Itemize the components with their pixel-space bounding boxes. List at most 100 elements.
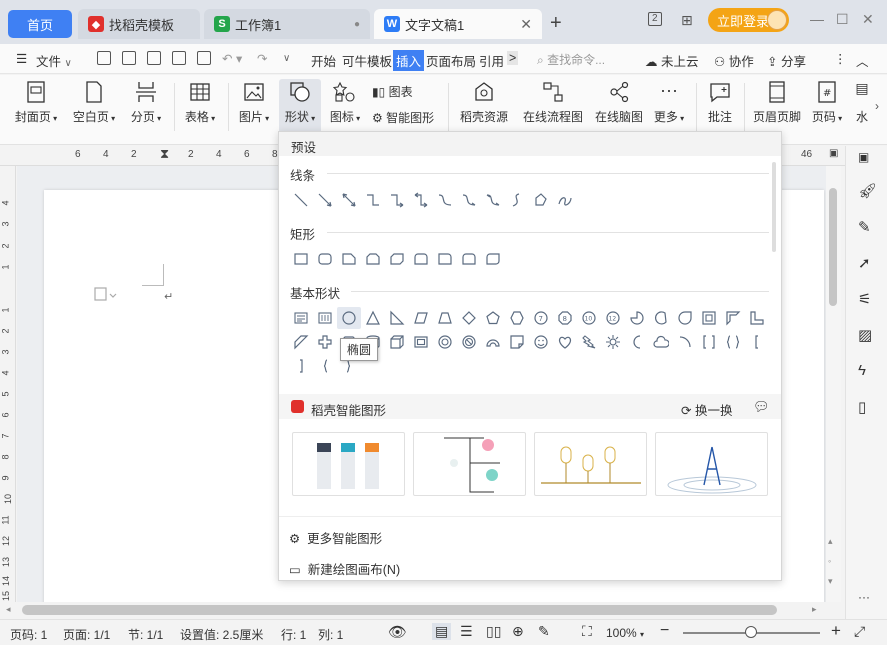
reading-view-icon[interactable]: ▯▯ bbox=[486, 623, 501, 640]
shape-elbow-connector[interactable] bbox=[361, 189, 385, 211]
status-row[interactable]: 行: 1 bbox=[281, 626, 306, 643]
cover-page-button[interactable]: 封面页 ▾ bbox=[12, 80, 60, 125]
shape-elbow-double-arrow[interactable] bbox=[409, 189, 433, 211]
shape-heart[interactable] bbox=[553, 331, 577, 353]
fit-page-icon[interactable]: ⛶ bbox=[582, 623, 592, 640]
share-button[interactable]: ⇪ 分享 bbox=[767, 51, 806, 70]
shape-double-brace[interactable] bbox=[721, 331, 745, 353]
shape-elbow-arrow[interactable] bbox=[385, 189, 409, 211]
shape-l-shape[interactable] bbox=[745, 307, 769, 329]
save-icon[interactable] bbox=[97, 51, 111, 66]
image-edit-icon[interactable]: ▨ bbox=[858, 326, 872, 344]
menu-start[interactable]: 开始 bbox=[311, 51, 336, 70]
shape-double-arrow[interactable] bbox=[337, 189, 361, 211]
page-jump-icon[interactable]: ◦ bbox=[828, 556, 831, 566]
web-view-icon[interactable]: ⊕ bbox=[512, 623, 524, 640]
collapse-ribbon-icon[interactable]: ︿ bbox=[856, 51, 869, 70]
shape-heptagon[interactable]: 7 bbox=[529, 307, 553, 329]
status-section[interactable]: 节: 1/1 bbox=[128, 626, 163, 643]
shape-frame[interactable] bbox=[697, 307, 721, 329]
header-footer-button[interactable]: 页眉页脚 bbox=[750, 80, 804, 125]
shape-donut[interactable] bbox=[433, 331, 457, 353]
ruler-toggle-icon[interactable]: ▣ bbox=[829, 148, 838, 159]
shape-text-box[interactable] bbox=[289, 307, 313, 329]
new-drawing-canvas-item[interactable]: ▭ 新建绘图画布(N) bbox=[289, 559, 400, 578]
menu-insert[interactable]: 插入 bbox=[393, 50, 425, 71]
paste-options-icon[interactable] bbox=[94, 286, 124, 302]
menu-more-arrow[interactable]: > bbox=[507, 51, 519, 65]
shape-round-snip-rect[interactable] bbox=[409, 248, 433, 270]
status-setting[interactable]: 设置值: 2.5厘米 bbox=[180, 626, 263, 643]
menu-reference[interactable]: 引用 bbox=[479, 51, 504, 70]
shape-octagon[interactable]: 8 bbox=[553, 307, 577, 329]
shape-rounded-rectangle[interactable] bbox=[313, 248, 337, 270]
shape-button[interactable]: 形状 ▾ bbox=[279, 79, 321, 137]
tab-document[interactable]: W 文字文稿1 ✕ bbox=[374, 9, 542, 39]
cloud-status[interactable]: ☁ 未上云 bbox=[645, 51, 699, 70]
more-options-icon[interactable]: ⋮ bbox=[834, 51, 847, 66]
shape-no-symbol[interactable] bbox=[457, 331, 481, 353]
shape-folded-corner[interactable] bbox=[505, 331, 529, 353]
shape-bevel[interactable] bbox=[409, 331, 433, 353]
print-icon[interactable] bbox=[172, 51, 186, 66]
page-view-icon[interactable]: ▤ bbox=[432, 623, 452, 640]
shape-scribble[interactable] bbox=[553, 189, 577, 211]
shape-cloud[interactable] bbox=[649, 331, 673, 353]
shape-freeform[interactable] bbox=[529, 189, 553, 211]
page-number-button[interactable]: # 页码 ▾ bbox=[808, 80, 846, 125]
shape-right-triangle[interactable] bbox=[385, 307, 409, 329]
shape-arc[interactable] bbox=[673, 331, 697, 353]
status-page[interactable]: 页码: 1 bbox=[10, 626, 47, 643]
fullscreen-icon[interactable]: ⤢ bbox=[854, 623, 865, 640]
horizontal-scroll-thumb[interactable] bbox=[22, 605, 777, 615]
indent-marker-icon[interactable]: ⧗ bbox=[160, 146, 169, 162]
smart-template-card[interactable] bbox=[413, 432, 526, 496]
close-tab-icon[interactable]: ✕ bbox=[520, 16, 532, 33]
shape-cross[interactable] bbox=[313, 331, 337, 353]
shape-block-arc[interactable] bbox=[481, 331, 505, 353]
shape-snip-corner-rect[interactable] bbox=[337, 248, 361, 270]
rocket-icon[interactable]: 🚀︎ bbox=[858, 182, 877, 200]
page-break-button[interactable]: 分页 ▾ bbox=[126, 80, 166, 125]
shape-snip-diagonal-rect[interactable] bbox=[385, 248, 409, 270]
swap-button[interactable]: ⟳ 换一换 bbox=[681, 400, 732, 419]
pen-icon[interactable]: ✎ bbox=[858, 218, 871, 236]
shape-round-same-side-rect[interactable] bbox=[457, 248, 481, 270]
shape-curve[interactable] bbox=[505, 189, 529, 211]
shape-left-bracket[interactable] bbox=[745, 331, 769, 353]
feedback-icon[interactable]: 💬︎ bbox=[753, 399, 770, 415]
shape-right-bracket[interactable] bbox=[289, 355, 313, 377]
sidebar-more-icon[interactable]: ··· bbox=[858, 590, 870, 604]
shape-rectangle[interactable] bbox=[289, 248, 313, 270]
blank-page-button[interactable]: 空白页 ▾ bbox=[70, 80, 118, 125]
zoom-out-icon[interactable]: − bbox=[660, 622, 669, 640]
status-col[interactable]: 列: 1 bbox=[318, 626, 343, 643]
energy-icon[interactable]: ϟ bbox=[858, 362, 866, 379]
vertical-scroll-thumb[interactable] bbox=[829, 188, 837, 306]
more-smart-shapes-item[interactable]: ⚙ 更多智能图形 bbox=[289, 528, 382, 547]
zoom-in-icon[interactable]: + bbox=[831, 621, 841, 641]
watermark-button[interactable]: ▤ 水 bbox=[852, 80, 872, 125]
icon-button[interactable]: 图标 ▾ bbox=[326, 80, 364, 125]
command-search[interactable]: ⌕ 查找命令... bbox=[537, 51, 605, 68]
shape-double-bracket[interactable] bbox=[697, 331, 721, 353]
shape-arrow[interactable] bbox=[313, 189, 337, 211]
menu-page-layout[interactable]: 页面布局 bbox=[426, 51, 476, 70]
more-button[interactable]: ··· 更多 ▾ bbox=[650, 80, 688, 125]
vertical-scrollbar[interactable]: ▴ ◦ ▾ bbox=[826, 166, 841, 602]
shape-line[interactable] bbox=[289, 189, 313, 211]
tab-workbook[interactable]: S 工作簿1 ● bbox=[204, 9, 370, 39]
tab-home[interactable]: 首页 bbox=[8, 10, 72, 38]
shape-pie[interactable] bbox=[625, 307, 649, 329]
online-mindmap-button[interactable]: 在线脑图 bbox=[592, 80, 646, 125]
next-page-icon[interactable]: ▾ bbox=[828, 576, 833, 587]
shape-snip-same-side-rect[interactable] bbox=[361, 248, 385, 270]
shape-triangle[interactable] bbox=[361, 307, 385, 329]
status-pages[interactable]: 页面: 1/1 bbox=[63, 626, 110, 643]
sidebar-collapse-icon[interactable]: ▣ bbox=[858, 150, 869, 164]
zoom-slider-thumb[interactable] bbox=[745, 626, 757, 638]
shape-moon[interactable] bbox=[625, 331, 649, 353]
shape-half-frame[interactable] bbox=[721, 307, 745, 329]
shape-hexagon[interactable] bbox=[505, 307, 529, 329]
prev-page-icon[interactable]: ▴ bbox=[828, 536, 833, 547]
